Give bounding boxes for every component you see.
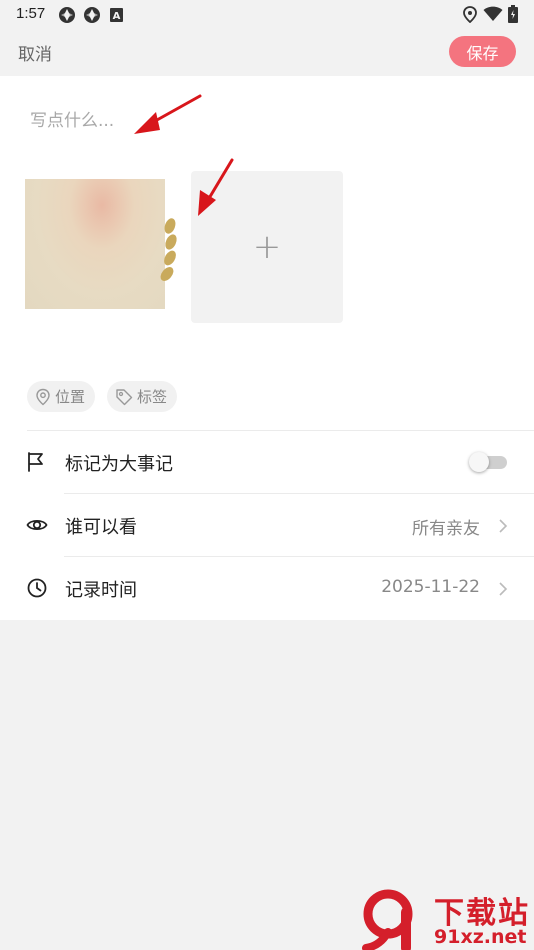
site-watermark: 下载站 91xz.net [362, 888, 534, 950]
location-pin-icon [36, 388, 50, 405]
milestone-label: 标记为大事记 [65, 454, 173, 475]
watermark-logo [362, 889, 413, 950]
watermark-site: 91xz.net [434, 926, 527, 948]
save-button[interactable]: 保存 [449, 36, 516, 67]
visibility-label: 谁可以看 [65, 517, 137, 538]
photo-thumbnail[interactable] [25, 179, 165, 309]
eye-icon [26, 519, 48, 531]
annotation-arrow [198, 158, 234, 216]
status-time: 1:57 [16, 5, 46, 22]
clock-icon [27, 578, 47, 598]
laurel-decoration [160, 218, 177, 281]
content-input[interactable] [30, 106, 500, 136]
chevron-right-icon [499, 519, 508, 533]
location-chip[interactable]: 位置 [27, 381, 96, 412]
svg-text:A: A [113, 11, 121, 22]
milestone-row[interactable]: 标记为大事记 [0, 431, 534, 493]
status-bar: 1:57 A [0, 0, 534, 28]
a-badge-icon: A [110, 7, 123, 26]
tag-chip[interactable]: 标签 [107, 381, 178, 412]
tag-icon [116, 388, 133, 405]
battery-icon [508, 5, 518, 27]
record-time-row[interactable]: 记录时间 2025-11-22 [0, 557, 534, 619]
sync-icon [58, 6, 76, 28]
milestone-toggle[interactable] [469, 452, 507, 472]
plus-icon: + [252, 227, 282, 267]
top-bar: 取消 保存 [0, 28, 534, 76]
record-time-value: 2025-11-22 [381, 577, 480, 597]
chevron-right-icon [499, 582, 508, 596]
sync-icon [83, 6, 101, 28]
location-chip-label: 位置 [55, 388, 86, 406]
tag-chip-label: 标签 [137, 388, 168, 406]
wifi-icon [483, 6, 503, 26]
record-time-label: 记录时间 [65, 580, 137, 601]
cancel-button[interactable]: 取消 [18, 40, 52, 65]
flag-icon [28, 452, 43, 472]
visibility-row[interactable]: 谁可以看 所有亲友 [0, 494, 534, 556]
post-editor-card: + 位置 标签 标记为大事记 谁可以看 [0, 76, 534, 620]
annotation-arrow [134, 94, 202, 134]
visibility-value: 所有亲友 [412, 519, 480, 539]
location-icon [463, 6, 477, 27]
